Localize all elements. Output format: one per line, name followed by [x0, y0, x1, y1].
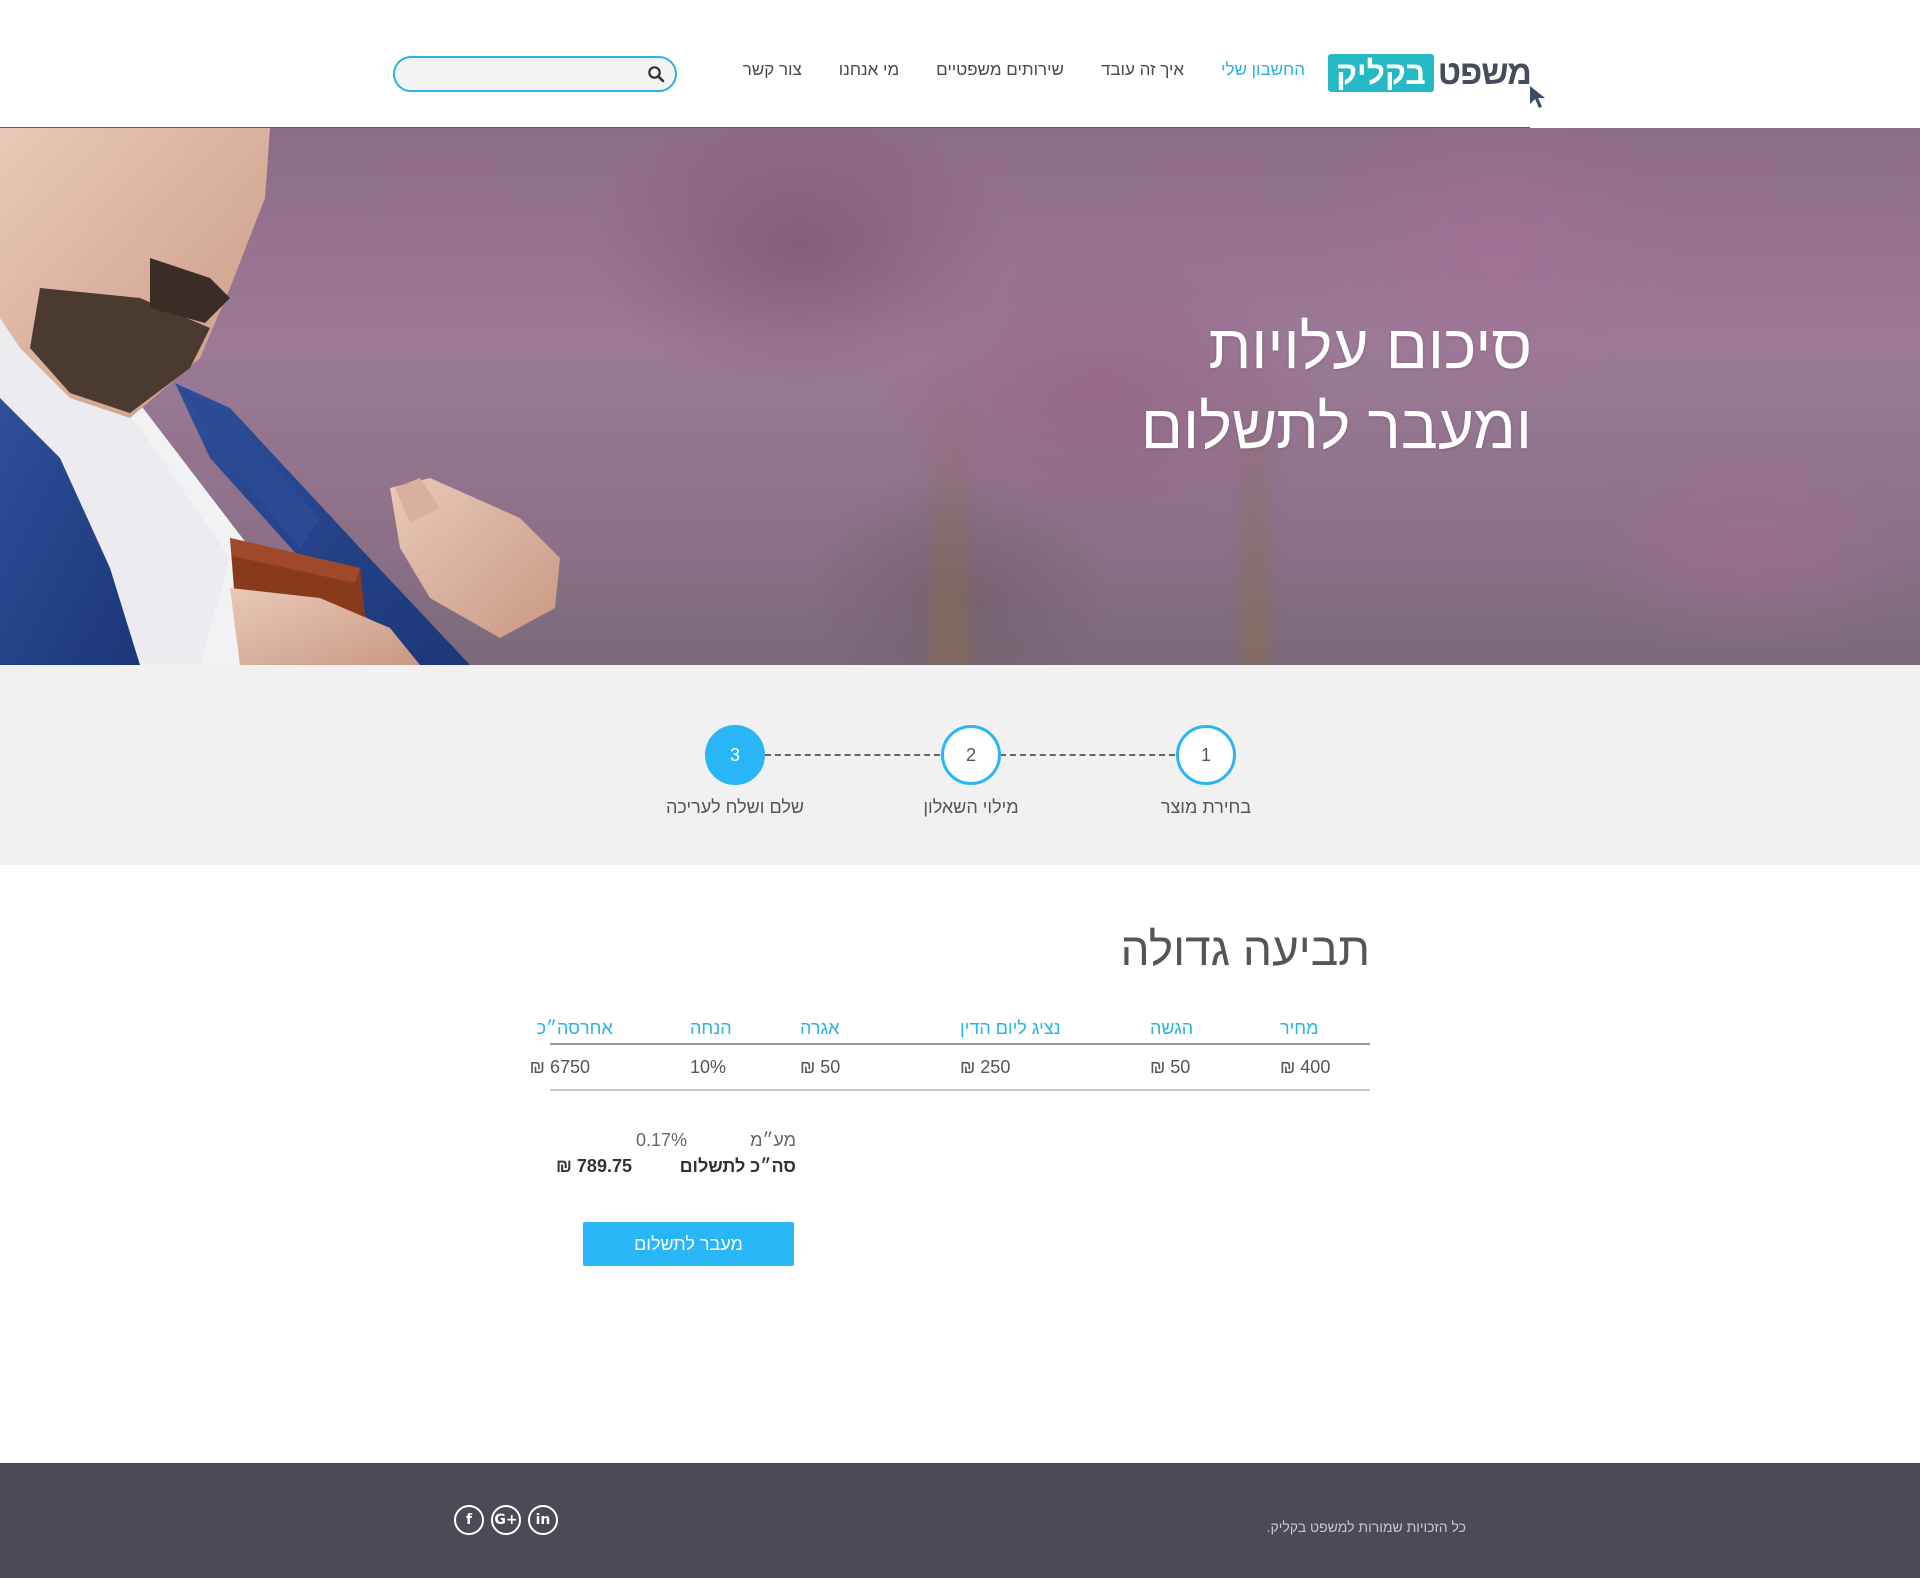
- totals-block: מע״מ 0.17% סה״כ לתשלום 789.75 ₪: [556, 1130, 796, 1182]
- nav-item-how-it-works[interactable]: איך זה עובד: [1101, 60, 1184, 80]
- hero-person-image: [0, 128, 560, 665]
- site-footer: כל הזכויות שמורות למשפט בקליק. f G+ in: [0, 1463, 1920, 1578]
- step-pay-and-send[interactable]: 3 שלם ושלח לעריכה: [660, 725, 810, 818]
- step-number: 1: [1176, 725, 1236, 785]
- hero-title-line-2: ומעבר לתשלום: [1140, 393, 1532, 462]
- column-header-discount: הנחה: [690, 1018, 732, 1038]
- step-number: 2: [941, 725, 1001, 785]
- cell-price: 400 ₪: [1280, 1056, 1331, 1077]
- linkedin-icon[interactable]: in: [528, 1505, 558, 1535]
- nav-item-legal-services[interactable]: שירותים משפטיים: [936, 60, 1064, 80]
- step-label: בחירת מוצר: [1160, 797, 1252, 817]
- hero-bg-trunk: [930, 365, 970, 665]
- cell-other: 0: [580, 1056, 591, 1077]
- search-box: [393, 56, 677, 92]
- nav-item-about-us[interactable]: מי אנחנו: [839, 60, 899, 80]
- product-title: תביעה גדולה: [1120, 923, 1370, 975]
- column-header-total: סה״כ: [536, 1018, 580, 1038]
- hero-title-line-1: סיכום עלויות: [1208, 313, 1532, 382]
- step-questionnaire[interactable]: 2 מילוי השאלון: [896, 725, 1046, 818]
- nav-item-contact[interactable]: צור קשר: [743, 60, 802, 80]
- table-header-row: מחיר הגשה נציג ליום הדין אגרה הנחה אחר ס…: [536, 1018, 1370, 1045]
- search-icon[interactable]: [647, 65, 665, 83]
- logo-text-box: בקליק: [1328, 54, 1434, 92]
- google-plus-icon[interactable]: G+: [491, 1505, 521, 1535]
- progress-steps: 1 בחירת מוצר 2 מילוי השאלון 3 שלם ושלח ל…: [0, 665, 1920, 865]
- cell-fee: 50 ₪: [800, 1056, 841, 1077]
- logo-text-dark: משפט: [1437, 53, 1532, 92]
- table-row: 400 ₪ 50 ₪ 250 ₪ 50 ₪ 10% 0 675 ₪: [529, 1045, 1370, 1091]
- vat-value: 0.17%: [636, 1130, 688, 1150]
- site-logo[interactable]: משפט בקליק: [1328, 53, 1532, 93]
- cursor-arrow-icon: [1530, 86, 1545, 108]
- step-choose-product[interactable]: 1 בחירת מוצר: [1131, 725, 1281, 818]
- column-header-price: מחיר: [1280, 1018, 1319, 1038]
- cell-court-rep: 250 ₪: [960, 1056, 1011, 1077]
- search-input[interactable]: [407, 58, 647, 90]
- hero-title: סיכום עלויות ומעבר לתשלום: [1141, 308, 1532, 468]
- proceed-to-payment-button[interactable]: מעבר לתשלום: [583, 1222, 794, 1266]
- facebook-icon[interactable]: f: [454, 1505, 484, 1535]
- step-label: שלם ושלח לעריכה: [666, 797, 804, 817]
- total-to-pay-value: 789.75 ₪: [556, 1156, 632, 1176]
- site-header: משפט בקליק החשבון שלי איך זה עובד שירותי…: [0, 0, 1920, 128]
- cell-discount: 10%: [690, 1056, 727, 1077]
- total-to-pay-label: סה״כ לתשלום: [679, 1156, 796, 1176]
- main-nav: החשבון שלי איך זה עובד שירותים משפטיים מ…: [706, 60, 1305, 80]
- column-header-court-rep: נציג ליום הדין: [960, 1018, 1061, 1038]
- cell-total: 675 ₪: [529, 1056, 580, 1077]
- vat-label: מע״מ: [750, 1130, 796, 1150]
- step-number: 3: [705, 725, 765, 785]
- nav-item-my-account[interactable]: החשבון שלי: [1221, 60, 1305, 80]
- step-label: מילוי השאלון: [923, 797, 1019, 817]
- hero-banner: סיכום עלויות ומעבר לתשלום: [0, 128, 1920, 665]
- copyright-text: כל הזכויות שמורות למשפט בקליק.: [1266, 1519, 1466, 1535]
- social-links: f G+ in: [454, 1505, 558, 1535]
- column-header-other: אחר: [580, 1018, 613, 1038]
- column-header-filing: הגשה: [1150, 1018, 1194, 1038]
- column-header-fee: אגרה: [800, 1018, 840, 1038]
- cost-table: מחיר הגשה נציג ליום הדין אגרה הנחה אחר ס…: [529, 1018, 1370, 1091]
- cell-filing: 50 ₪: [1150, 1056, 1191, 1077]
